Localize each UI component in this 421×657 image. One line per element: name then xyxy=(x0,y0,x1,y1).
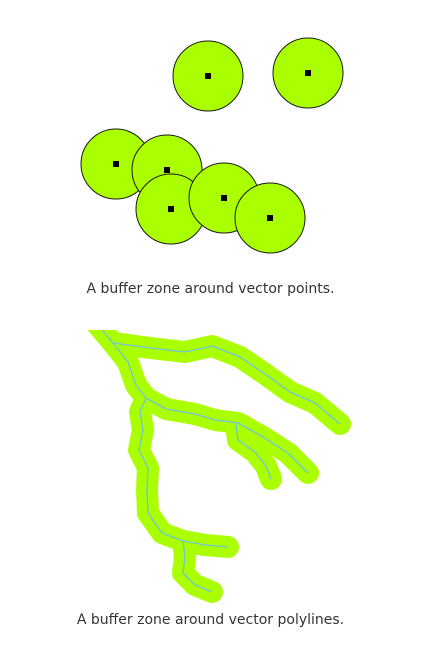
polylines-caption: A buffer zone around vector polylines. xyxy=(76,612,345,628)
polyline-buffer-figure xyxy=(87,330,351,603)
figure-canvas: A buffer zone around vector points. A bu… xyxy=(0,0,421,657)
polyline-buffers xyxy=(87,330,351,603)
